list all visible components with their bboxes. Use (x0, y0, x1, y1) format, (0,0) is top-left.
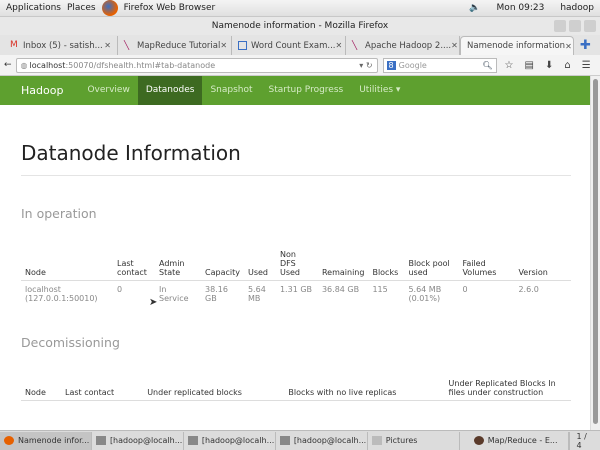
column-header: Used (243, 250, 276, 281)
column-header: Remaining (317, 250, 369, 281)
scrollbar-thumb[interactable] (593, 79, 598, 424)
cell-node: localhost (127.0.0.1:50010) (25, 285, 98, 303)
close-tab-icon[interactable]: ✕ (565, 42, 572, 51)
url-bar[interactable]: ◍ localhost:50070/dfshealth.html#tab-dat… (15, 57, 378, 73)
new-tab-icon[interactable]: ✚ (580, 36, 591, 55)
nav-datanodes[interactable]: Datanodes (137, 76, 203, 105)
column-header: Admin State (155, 250, 201, 281)
page-icon (238, 41, 247, 50)
nav-utilities[interactable]: Utilities ▾ (351, 76, 408, 105)
browser-tab[interactable]: ╲ MapReduce Tutorial ✕ (118, 36, 232, 55)
browser-tab[interactable]: Word Count Exam... ✕ (232, 36, 346, 55)
taskbar: Namenode infor... [hadoop@localh... [had… (0, 430, 600, 450)
column-header: Node (21, 250, 113, 281)
column-header: Version (514, 250, 571, 281)
page-title: Datanode Information (21, 141, 241, 165)
reload-icon[interactable]: ▾ ↻ (359, 61, 372, 70)
column-header: Under Replicated Blocks In files under c… (444, 379, 571, 401)
active-app-label[interactable]: Firefox Web Browser (124, 3, 216, 13)
mouse-cursor: ➤ (149, 297, 158, 308)
cell-non-dfs-used: 1.31 GB (279, 285, 313, 294)
cell-remaining: 36.84 GB (321, 285, 360, 294)
close-tab-icon[interactable]: ✕ (451, 41, 458, 50)
browser-tab[interactable]: M Inbox (5) - satish... ✕ (4, 36, 118, 55)
hadoop-brand[interactable]: Hadoop (21, 84, 63, 97)
window-titlebar: Namenode information - Mozilla Firefox (0, 17, 600, 35)
workspace-switcher[interactable]: 1 / 4 (569, 431, 600, 450)
cell-capacity: 38.16 GB (205, 285, 228, 303)
user-menu[interactable]: hadoop (560, 3, 594, 13)
decommissioning-heading: Decomissioning (21, 335, 120, 350)
firefox-icon (101, 0, 118, 16)
column-header: Block pool used (404, 250, 459, 281)
gmail-icon: M (10, 40, 18, 50)
navigation-bar: ← ◍ localhost:50070/dfshealth.html#tab-d… (0, 55, 600, 76)
column-header: Last contact (113, 250, 155, 281)
desktop-top-bar: Applications Places Firefox Web Browser … (0, 0, 600, 17)
column-header: Under replicated blocks (143, 379, 285, 401)
column-header: Non DFS Used (275, 250, 318, 281)
column-header: Last contact (61, 379, 144, 401)
divider (21, 175, 571, 176)
folder-icon (371, 436, 382, 445)
decommissioning-table: Node Last contact Under replicated block… (21, 379, 571, 401)
search-icon[interactable]: 🔍︎ (482, 61, 492, 70)
cell-used: 5.64 MB (247, 285, 266, 303)
taskbar-item[interactable]: Namenode infor... (0, 431, 92, 450)
column-header: Node (21, 379, 62, 401)
close-tab-icon[interactable]: ✕ (220, 41, 227, 50)
terminal-icon (187, 436, 198, 445)
datanode-table: Node Last contact Admin State Capacity U… (21, 250, 571, 307)
feather-icon: ╲ (352, 41, 358, 51)
maximize-button[interactable] (569, 20, 581, 32)
window-title: Namenode information - Mozilla Firefox (211, 21, 389, 31)
close-tab-icon[interactable]: ✕ (104, 41, 111, 50)
taskbar-item[interactable]: [hadoop@localh... (92, 431, 184, 450)
menu-icon[interactable]: ☰ (582, 60, 591, 71)
places-menu[interactable]: Places (67, 3, 96, 13)
column-header: Capacity (201, 250, 244, 281)
cell-admin-state: In Service (159, 285, 189, 303)
back-icon[interactable]: ← (4, 60, 12, 70)
column-header: Blocks (368, 250, 405, 281)
browser-tab[interactable]: ╲ Apache Hadoop 2.... ✕ (346, 36, 460, 55)
home-icon[interactable]: ⌂ (564, 60, 570, 71)
page-scrollbar[interactable] (590, 76, 600, 430)
volume-icon[interactable]: 🔈 (469, 3, 480, 13)
search-input[interactable]: 8 Google 🔍︎ (382, 57, 497, 73)
terminal-icon (279, 436, 290, 445)
taskbar-item[interactable]: [hadoop@localh... (276, 431, 368, 450)
eclipse-icon (473, 436, 484, 445)
close-tab-icon[interactable]: ✕ (336, 41, 343, 50)
taskbar-item[interactable]: [hadoop@localh... (184, 431, 276, 450)
applications-menu[interactable]: Applications (6, 3, 61, 13)
in-operation-heading: In operation (21, 206, 97, 221)
feather-icon: ╲ (124, 41, 130, 51)
download-icon[interactable]: ⬇ (545, 60, 553, 71)
cell-blocks: 115 (372, 285, 388, 294)
tab-strip: M Inbox (5) - satish... ✕ ╲ MapReduce Tutor… (0, 35, 600, 55)
column-header: Failed Volumes (458, 250, 515, 281)
nav-snapshot[interactable]: Snapshot (202, 76, 260, 105)
nav-startup-progress[interactable]: Startup Progress (261, 76, 352, 105)
cell-block-pool-used: 5.64 MB (0.01%) (408, 285, 442, 303)
cell-failed-volumes: 0 (462, 285, 468, 294)
taskbar-item[interactable]: Pictures (368, 431, 460, 450)
hadoop-navbar: Hadoop Overview Datanodes Snapshot Start… (0, 76, 590, 105)
cell-version: 2.6.0 (518, 285, 539, 294)
clock[interactable]: Mon 09:23 (497, 3, 545, 13)
taskbar-item[interactable]: Map/Reduce - E... (470, 431, 570, 450)
globe-icon: ◍ (20, 60, 28, 70)
firefox-icon (4, 436, 14, 445)
browser-tab-active[interactable]: Namenode information ✕ (460, 36, 574, 55)
terminal-icon (95, 436, 106, 445)
column-header: Blocks with no live replicas (284, 379, 445, 401)
bookmark-star-icon[interactable]: ☆ (505, 60, 514, 71)
minimize-button[interactable] (554, 20, 566, 32)
close-window-button[interactable] (584, 20, 596, 32)
google-icon: 8 (386, 60, 396, 70)
nav-overview[interactable]: Overview (79, 76, 137, 105)
table-row: localhost (127.0.0.1:50010) 0 In Service… (21, 281, 571, 308)
clipboard-icon[interactable]: ▤ (525, 60, 534, 71)
